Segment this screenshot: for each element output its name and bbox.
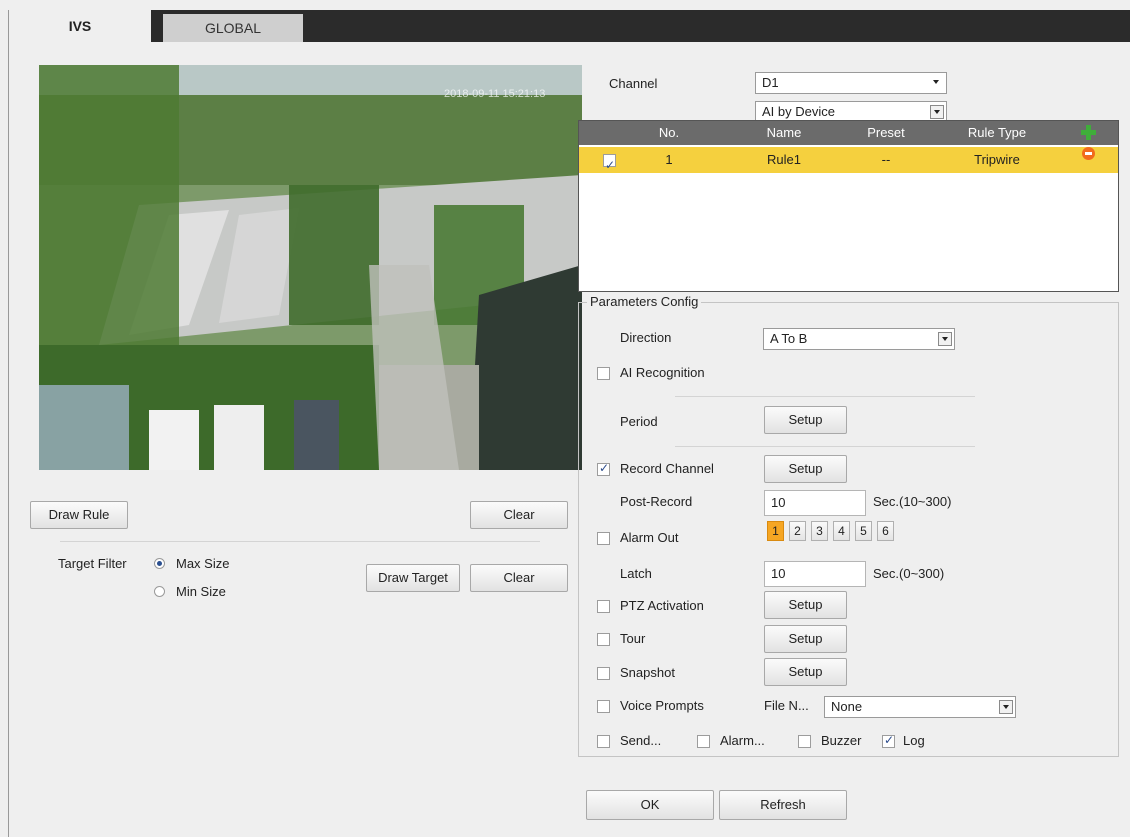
- divider: [60, 541, 540, 542]
- alarm-out-4-button[interactable]: 4: [833, 521, 850, 541]
- record-channel-label: Record Channel: [620, 461, 714, 476]
- rule-enable-checkbox[interactable]: [603, 152, 616, 178]
- rules-table-header: No. Name Preset Rule Type: [579, 121, 1118, 145]
- header-no: No.: [658, 125, 680, 140]
- record-channel-checkbox[interactable]: [597, 461, 610, 476]
- channel-select[interactable]: D1: [755, 72, 947, 94]
- tab-global[interactable]: GLOBAL: [163, 14, 303, 42]
- rule-name: Rule1: [767, 152, 801, 167]
- latch-unit: Sec.(0~300): [873, 566, 945, 581]
- alarm-out-2-button[interactable]: 2: [789, 521, 806, 541]
- tab-bar: IVS GLOBAL: [9, 10, 1130, 42]
- ai-mode-value: AI by Device: [762, 104, 835, 119]
- chevron-down-icon: [938, 332, 952, 346]
- log-checkbox[interactable]: [882, 733, 895, 748]
- header-rule-type: Rule Type: [967, 125, 1027, 140]
- record-channel-setup-button[interactable]: Setup: [764, 455, 847, 483]
- chevron-down-icon: [930, 76, 944, 90]
- max-size-radio[interactable]: [154, 558, 165, 569]
- chevron-down-icon: [930, 105, 944, 119]
- buzzer-checkbox[interactable]: [798, 735, 811, 748]
- tour-checkbox[interactable]: [597, 633, 610, 646]
- file-name-label: File N...: [764, 698, 809, 713]
- tab-ivs[interactable]: IVS: [9, 10, 151, 42]
- ok-button[interactable]: OK: [586, 790, 714, 820]
- alarm-out-6-button[interactable]: 6: [877, 521, 894, 541]
- min-size-label: Min Size: [176, 584, 226, 599]
- divider: [675, 446, 975, 447]
- buzzer-label: Buzzer: [821, 733, 862, 748]
- parameters-config-legend: Parameters Config: [587, 294, 702, 309]
- clear-target-button[interactable]: Clear: [470, 564, 568, 592]
- post-record-input[interactable]: 10: [764, 490, 866, 516]
- snapshot-checkbox[interactable]: [597, 667, 610, 680]
- rule-preset: --: [881, 152, 891, 167]
- delete-rule-icon[interactable]: [1082, 147, 1095, 160]
- ai-recognition-label: AI Recognition: [620, 365, 705, 380]
- min-size-radio[interactable]: [154, 586, 165, 597]
- direction-select[interactable]: A To B: [763, 328, 955, 350]
- live-video-preview[interactable]: 2018-09-11 15:21:13: [39, 65, 582, 470]
- post-record-label: Post-Record: [620, 494, 693, 509]
- voice-prompts-label: Voice Prompts: [620, 698, 704, 713]
- latch-input[interactable]: 10: [764, 561, 866, 587]
- direction-value: A To B: [770, 331, 808, 346]
- send-email-checkbox[interactable]: [597, 735, 610, 748]
- period-setup-button[interactable]: Setup: [764, 406, 847, 434]
- add-rule-icon[interactable]: [1081, 125, 1096, 140]
- table-row[interactable]: 1 Rule1 -- Tripwire: [579, 147, 1118, 178]
- alarm-out-5-button[interactable]: 5: [855, 521, 872, 541]
- rule-type: Tripwire: [974, 152, 1020, 167]
- ai-recognition-checkbox[interactable]: [597, 367, 610, 380]
- ptz-activation-checkbox[interactable]: [597, 600, 610, 613]
- rule-no: 1: [665, 152, 673, 167]
- send-label: Send...: [620, 733, 662, 748]
- channel-label: Channel: [609, 76, 658, 91]
- clear-rule-button[interactable]: Clear: [470, 501, 568, 529]
- alarm-label: Alarm...: [720, 733, 765, 748]
- channel-value: D1: [762, 75, 779, 90]
- target-filter-label: Target Filter: [58, 556, 127, 571]
- draw-rule-button[interactable]: Draw Rule: [30, 501, 128, 529]
- latch-label: Latch: [620, 566, 652, 581]
- snapshot-setup-button[interactable]: Setup: [764, 658, 847, 686]
- log-label: Log: [903, 733, 925, 748]
- period-label: Period: [620, 414, 658, 429]
- refresh-button[interactable]: Refresh: [719, 790, 847, 820]
- chevron-down-icon: [999, 700, 1013, 714]
- ptz-activation-label: PTZ Activation: [620, 598, 704, 613]
- draw-target-button[interactable]: Draw Target: [366, 564, 460, 592]
- direction-label: Direction: [620, 330, 672, 345]
- post-record-unit: Sec.(10~300): [873, 494, 952, 509]
- voice-prompts-checkbox[interactable]: [597, 700, 610, 713]
- alarm-out-checkbox[interactable]: [597, 532, 610, 545]
- alarm-out-label: Alarm Out: [620, 530, 679, 545]
- voice-file-value: None: [831, 699, 863, 714]
- tour-label: Tour: [620, 631, 646, 646]
- header-preset: Preset: [867, 125, 905, 140]
- alarm-upload-checkbox[interactable]: [697, 735, 710, 748]
- divider: [675, 396, 975, 397]
- tour-setup-button[interactable]: Setup: [764, 625, 847, 653]
- rules-table: No. Name Preset Rule Type 1 Rule1 -- Tri…: [578, 120, 1119, 292]
- snapshot-label: Snapshot: [620, 665, 675, 680]
- video-timestamp: 2018-09-11 15:21:13: [444, 88, 545, 100]
- alarm-out-3-button[interactable]: 3: [811, 521, 828, 541]
- ptz-setup-button[interactable]: Setup: [764, 591, 847, 619]
- voice-file-select[interactable]: None: [824, 696, 1016, 718]
- max-size-label: Max Size: [176, 556, 230, 571]
- alarm-out-1-button[interactable]: 1: [767, 521, 784, 541]
- header-name: Name: [766, 125, 802, 140]
